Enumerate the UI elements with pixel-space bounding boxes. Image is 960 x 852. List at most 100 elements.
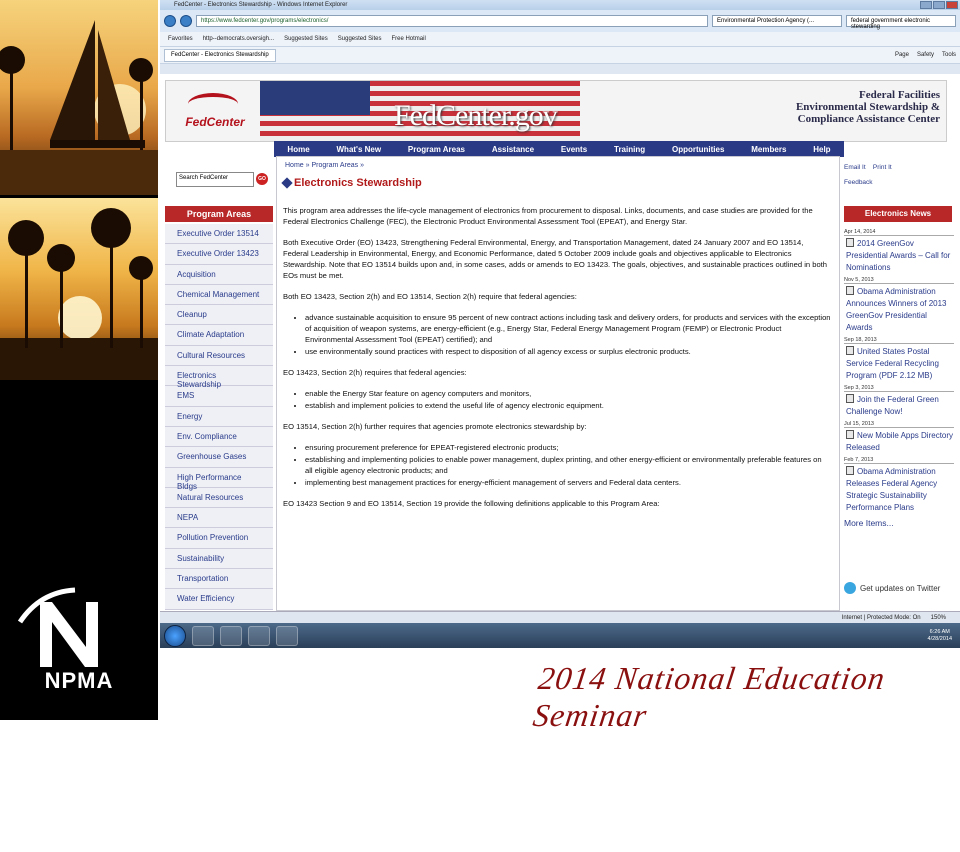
tab-fedcenter[interactable]: FedCenter - Electronics Stewardship: [164, 48, 276, 62]
ie-taskbar-icon[interactable]: [220, 625, 242, 646]
favorite-link[interactable]: Suggested Sites: [284, 36, 328, 42]
media-taskbar-icon[interactable]: [248, 625, 270, 646]
sidebar-item-cultural-resources[interactable]: Cultural Resources: [165, 345, 273, 367]
sidebar-item-chemical-management[interactable]: Chemical Management: [165, 284, 273, 306]
nav-whats-new[interactable]: What's New: [337, 145, 382, 154]
close-button[interactable]: [946, 1, 958, 9]
sidebar-item-ems[interactable]: EMS: [165, 386, 273, 407]
search-input[interactable]: federal government electronic stewarding: [846, 15, 956, 30]
seminar-banner: 2014 National Education Seminar: [530, 660, 888, 733]
news-date: Nov 5, 2013: [844, 277, 954, 284]
url-field[interactable]: https://www.fedcenter.gov/programs/elect…: [196, 15, 708, 27]
sidebar-item-cleanup[interactable]: Cleanup: [165, 305, 273, 326]
sidebar-item-energy[interactable]: Energy: [165, 406, 273, 427]
print-it-link[interactable]: Print It: [873, 164, 892, 171]
feedback-link[interactable]: Feedback: [844, 179, 954, 186]
nav-assistance[interactable]: Assistance: [492, 145, 534, 154]
list-item: ensuring procurement preference for EPEA…: [305, 442, 831, 453]
email-it-link[interactable]: Email It: [844, 164, 866, 171]
news-date: Apr 14, 2014: [844, 229, 954, 236]
window-titlebar: FedCenter - Electronics Stewardship - Wi…: [160, 0, 960, 10]
favorite-link[interactable]: http--democrats.oversigh...: [203, 36, 274, 42]
news-date: Jul 15, 2013: [844, 421, 954, 428]
sidebar-item-sustainability[interactable]: Sustainability: [165, 548, 273, 570]
favorites-button[interactable]: Favorites: [168, 36, 193, 42]
sidebar-item-high-performance-bldgs[interactable]: High Performance Bldgs: [165, 467, 273, 491]
powerpoint-taskbar-icon[interactable]: [276, 625, 298, 646]
favorite-link[interactable]: Suggested Sites: [338, 36, 382, 42]
fedcenter-logo[interactable]: FedCenter: [174, 87, 256, 137]
site-search-input[interactable]: Search FedCenter: [176, 171, 254, 187]
nav-members[interactable]: Members: [751, 145, 786, 154]
twitter-link[interactable]: Get updates on Twitter: [844, 582, 940, 594]
go-button[interactable]: GO: [256, 173, 268, 185]
sidebar-item-eo-13423[interactable]: Executive Order 13423: [165, 244, 273, 265]
news-item[interactable]: 2014 GreenGov Presidential Awards – Call…: [844, 238, 954, 274]
explorer-taskbar-icon[interactable]: [192, 625, 214, 646]
sidebar-item-water-efficiency[interactable]: Water Efficiency: [165, 589, 273, 610]
breadcrumb[interactable]: Home » Program Areas »: [285, 162, 364, 169]
sailboat-photo: [0, 0, 158, 195]
presentation-slide: NPMA FedCenter - Electronics Stewardship…: [0, 0, 960, 733]
windows-taskbar: 6:26 AM 4/28/2014: [160, 623, 960, 648]
bullet-list: ensuring procurement preference for EPEA…: [305, 442, 831, 488]
main-nav: Home What's New Program Areas Assistance…: [274, 141, 844, 157]
system-clock[interactable]: 6:26 AM 4/28/2014: [928, 629, 956, 643]
nav-program-areas[interactable]: Program Areas: [408, 145, 465, 154]
site-name: FedCenter.gov: [394, 99, 558, 132]
sidebar-item-env-compliance[interactable]: Env. Compliance: [165, 426, 273, 448]
tools-menu[interactable]: Tools: [942, 52, 956, 58]
news-item[interactable]: Obama Administration Announces Winners o…: [844, 286, 954, 334]
site-search: Search FedCenter GO: [176, 170, 268, 188]
address-bar: https://www.fedcenter.gov/programs/elect…: [160, 10, 960, 32]
page-title: Electronics Stewardship: [281, 177, 422, 189]
document-icon: [846, 430, 854, 439]
news-item[interactable]: Join the Federal Green Challenge Now!: [844, 394, 954, 418]
sidebar-item-pollution-prevention[interactable]: Pollution Prevention: [165, 528, 273, 549]
nav-events[interactable]: Events: [561, 145, 587, 154]
maximize-button[interactable]: [933, 1, 945, 9]
paragraph: EO 13423, Section 2(h) requires that fed…: [283, 368, 467, 377]
eagle-wing-icon: [188, 93, 238, 115]
sidebar-item-electronics-stewardship[interactable]: Electronics Stewardship: [165, 366, 273, 389]
sidebar-item-eo-13514[interactable]: Executive Order 13514: [165, 224, 273, 245]
security-identity[interactable]: Environmental Protection Agency (...: [712, 15, 842, 27]
bullet-list: enable the Energy Star feature on agency…: [305, 388, 831, 411]
sidebar-item-greenhouse-gases[interactable]: Greenhouse Gases: [165, 447, 273, 468]
nav-opportunities[interactable]: Opportunities: [672, 145, 724, 154]
main-content: Home » Program Areas » Electronics Stewa…: [276, 156, 840, 611]
zoom-level[interactable]: 150%: [931, 615, 946, 621]
document-icon: [846, 238, 854, 247]
news-item[interactable]: Obama Administration Releases Federal Ag…: [844, 466, 954, 514]
safety-menu[interactable]: Safety: [917, 52, 934, 58]
favorite-link[interactable]: Free Hotmail: [391, 36, 425, 42]
page-menu[interactable]: Page: [895, 52, 909, 58]
minimize-button[interactable]: [920, 1, 932, 9]
document-icon: [846, 286, 854, 295]
start-button[interactable]: [164, 624, 186, 647]
news-heading: Electronics News: [844, 206, 952, 222]
page-viewport: FedCenter FedCenter.gov Federal Faciliti…: [160, 74, 960, 611]
list-item: enable the Energy Star feature on agency…: [305, 388, 831, 399]
nav-home[interactable]: Home: [287, 145, 309, 154]
sidebar-item-acquisition[interactable]: Acquisition: [165, 264, 273, 285]
news-item[interactable]: United States Postal Service Federal Rec…: [844, 346, 954, 382]
more-items-link[interactable]: More Items...: [844, 518, 954, 528]
sidebar-item-natural-resources[interactable]: Natural Resources: [165, 487, 273, 509]
sidebar-item-nepa[interactable]: NEPA: [165, 508, 273, 529]
paragraph: Both Executive Order (EO) 13423, Strengt…: [283, 238, 827, 280]
nav-training[interactable]: Training: [614, 145, 645, 154]
nav-help[interactable]: Help: [813, 145, 830, 154]
program-areas-list: Executive Order 13514 Executive Order 13…: [165, 224, 273, 610]
document-icon: [846, 394, 854, 403]
news-item[interactable]: New Mobile Apps Directory Released: [844, 430, 954, 454]
palm-trees-photo: [0, 198, 158, 380]
forward-button[interactable]: [180, 15, 192, 27]
back-button[interactable]: [164, 15, 176, 27]
share-tools: Email It Print It Feedback: [844, 164, 954, 194]
news-date: Sep 18, 2013: [844, 337, 954, 344]
sidebar-item-climate-adaptation[interactable]: Climate Adaptation: [165, 325, 273, 346]
sidebar-item-transportation[interactable]: Transportation: [165, 569, 273, 590]
site-title: Federal Facilities Environmental Steward…: [795, 89, 940, 125]
bullet-list: advance sustainable acquisition to ensur…: [305, 312, 831, 357]
